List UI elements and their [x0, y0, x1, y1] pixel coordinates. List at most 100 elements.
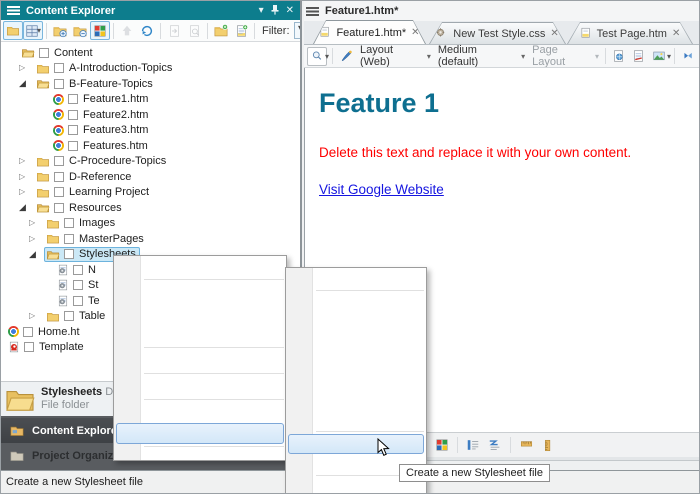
tab-close-icon[interactable]: ✕: [411, 27, 419, 38]
panel-menu-icon[interactable]: [7, 6, 20, 15]
item-checkbox[interactable]: [68, 141, 78, 151]
expand-arrow-icon[interactable]: ▷: [17, 157, 34, 165]
expand-arrow-icon[interactable]: ▷: [27, 235, 44, 243]
tree-item-masterpages[interactable]: ▷MasterPages: [1, 231, 300, 247]
item-checkbox[interactable]: [23, 327, 33, 337]
item-checkbox[interactable]: [64, 249, 74, 259]
item-checkbox[interactable]: [24, 342, 34, 352]
show-tags-button[interactable]: [485, 436, 505, 455]
doc-globe-button[interactable]: [609, 47, 629, 66]
tree-item-feature2-htm[interactable]: Feature2.htm: [1, 107, 300, 123]
menu-item-snippet[interactable]: [286, 351, 426, 371]
expand-arrow-icon[interactable]: ▷: [27, 219, 44, 227]
menu-item-topic[interactable]: [286, 293, 426, 313]
menu-item-send-to-folder[interactable]: [114, 402, 286, 423]
tree-item-resources[interactable]: ◢Resources: [1, 200, 300, 216]
tree-item-feature1-htm[interactable]: Feature1.htm: [1, 92, 300, 108]
toolbar-dropdown-layout-web-[interactable]: Layout (Web): [360, 45, 425, 68]
menu-item-open-folder-in-windows[interactable]: [114, 256, 286, 277]
image-picture-button[interactable]: [649, 47, 669, 66]
item-checkbox[interactable]: [68, 110, 78, 120]
item-checkbox[interactable]: [64, 234, 74, 244]
menu-item-new[interactable]: [116, 423, 284, 444]
move-up-button[interactable]: [117, 21, 137, 40]
menu-item-properties[interactable]: [114, 449, 286, 470]
tree-item-c-procedure-topics[interactable]: ▷C-Procedure-Topics: [1, 154, 300, 170]
tree-item-b-feature-topics[interactable]: ◢B-Feature-Topics: [1, 76, 300, 92]
horizontal-ruler-button[interactable]: [516, 436, 536, 455]
condition-colors-button[interactable]: [90, 21, 110, 40]
menu-item-micro-content[interactable]: [286, 371, 426, 391]
item-checkbox[interactable]: [68, 125, 78, 135]
document-tab-new-test-style-css[interactable]: New Test Style.css✕: [429, 22, 566, 44]
tree-item-d-reference[interactable]: ▷D-Reference: [1, 169, 300, 185]
menu-item-master-page[interactable]: [286, 332, 426, 352]
files-grid-button[interactable]: ▾: [23, 21, 43, 40]
show-markers-button[interactable]: [463, 436, 483, 455]
item-checkbox[interactable]: [73, 280, 83, 290]
expand-arrow-icon[interactable]: ▷: [17, 188, 34, 196]
dropdown-icon[interactable]: ▾: [259, 6, 264, 16]
document-menu-icon[interactable]: [306, 7, 319, 16]
pin-icon[interactable]: [271, 4, 279, 18]
menu-item-rename[interactable]: [114, 376, 286, 397]
tree-item-features-htm[interactable]: Features.htm: [1, 138, 300, 154]
collapse-arrow-icon[interactable]: ◢: [27, 250, 44, 259]
item-checkbox[interactable]: [54, 79, 64, 89]
filter-combobox[interactable]: ▾: [294, 22, 301, 39]
tab-close-icon[interactable]: ✕: [550, 28, 558, 39]
menu-item-delete[interactable]: [114, 350, 286, 371]
expand-arrow-icon[interactable]: ▷: [27, 312, 44, 320]
toolbar-dropdown-page-layout[interactable]: Page Layout: [532, 45, 593, 68]
tree-item-content[interactable]: Content: [1, 45, 300, 61]
close-icon[interactable]: ✕: [286, 6, 294, 16]
menu-item-image[interactable]: [286, 390, 426, 410]
menu-item-cut[interactable]: [114, 282, 286, 303]
vertical-ruler-button[interactable]: [538, 436, 558, 455]
zoom-select-button[interactable]: [307, 47, 327, 66]
item-checkbox[interactable]: [54, 172, 64, 182]
show-folders-button[interactable]: [3, 21, 23, 40]
menu-item-paste[interactable]: [114, 324, 286, 345]
item-checkbox[interactable]: [73, 265, 83, 275]
tab-close-icon[interactable]: ✕: [672, 28, 680, 39]
menu-item-page-layout[interactable]: [286, 312, 426, 332]
document-tab-feature1-htm[interactable]: Feature1.htm*✕: [313, 20, 426, 44]
menu-item-stylesheet[interactable]: [288, 434, 424, 454]
tree-item-a-introduction-topics[interactable]: ▷A-Introduction-Topics: [1, 61, 300, 77]
tree-item-learning-project[interactable]: ▷Learning Project: [1, 185, 300, 201]
new-file-button[interactable]: [231, 21, 251, 40]
tree-item-feature3-htm[interactable]: Feature3.htm: [1, 123, 300, 139]
menu-item-copy[interactable]: [114, 303, 286, 324]
document-tab-test-page-htm[interactable]: Test Page.htm✕: [567, 22, 693, 44]
tree-item-images[interactable]: ▷Images: [1, 216, 300, 232]
menu-item-folder[interactable]: [286, 268, 426, 288]
item-checkbox[interactable]: [54, 187, 64, 197]
expand-all-button[interactable]: [50, 21, 70, 40]
refresh-button[interactable]: [137, 21, 157, 40]
collapse-arrow-icon[interactable]: ◢: [17, 203, 34, 212]
toolbar-dropdown-medium-default-[interactable]: Medium (default): [438, 45, 519, 68]
item-checkbox[interactable]: [64, 218, 74, 228]
item-checkbox[interactable]: [73, 296, 83, 306]
item-checkbox[interactable]: [54, 156, 64, 166]
collapse-all-button[interactable]: [70, 21, 90, 40]
condition-colors-button[interactable]: [432, 436, 452, 455]
expand-arrow-icon[interactable]: ▷: [17, 173, 34, 181]
menu-item-multimedia[interactable]: [286, 410, 426, 430]
layout-brush-button[interactable]: [336, 47, 356, 66]
file-properties-button[interactable]: [184, 21, 204, 40]
item-checkbox[interactable]: [54, 203, 64, 213]
new-submenu: [285, 267, 427, 494]
item-checkbox[interactable]: [68, 94, 78, 104]
collapse-arrow-icon[interactable]: ◢: [17, 79, 34, 88]
item-checkbox[interactable]: [54, 63, 64, 73]
snippet-x-button[interactable]: [678, 47, 698, 66]
doc-redline-button[interactable]: [629, 47, 649, 66]
item-checkbox[interactable]: [64, 311, 74, 321]
content-link[interactable]: Visit Google Website: [319, 182, 444, 197]
expand-arrow-icon[interactable]: ▷: [17, 64, 34, 72]
send-to-button[interactable]: [164, 21, 184, 40]
new-folder-button[interactable]: [211, 21, 231, 40]
item-checkbox[interactable]: [39, 48, 49, 58]
